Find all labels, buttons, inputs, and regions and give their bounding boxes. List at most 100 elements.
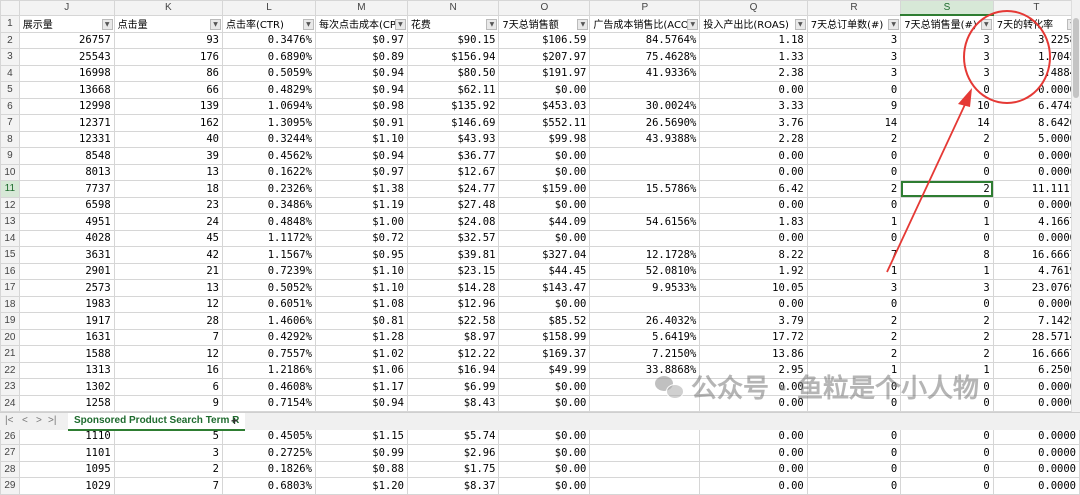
cell[interactable]: 0.7557% bbox=[222, 345, 316, 363]
cell[interactable]: $0.00 bbox=[498, 427, 591, 445]
cell[interactable]: 0 bbox=[900, 477, 994, 495]
cell[interactable]: 2.28 bbox=[699, 130, 808, 148]
cell[interactable]: 2 bbox=[900, 180, 994, 198]
cell[interactable]: 25543 bbox=[18, 48, 115, 66]
column-header-n[interactable]: N bbox=[406, 0, 500, 16]
cell[interactable]: $14.28 bbox=[406, 279, 500, 297]
cell[interactable]: 0.4562% bbox=[222, 147, 316, 165]
cell[interactable]: 5.6419% bbox=[589, 328, 701, 346]
cell[interactable]: 0.0000 bbox=[992, 477, 1080, 495]
row-number[interactable]: 16 bbox=[0, 262, 20, 280]
last-sheet-icon[interactable]: >| bbox=[48, 415, 56, 426]
cell[interactable]: $1.10 bbox=[314, 130, 408, 148]
column-header-j[interactable]: J bbox=[18, 0, 115, 16]
cell[interactable]: 5.0000 bbox=[992, 130, 1080, 148]
filter-dropdown-icon[interactable]: ▼ bbox=[394, 18, 406, 30]
cell[interactable]: $1.20 bbox=[314, 477, 408, 495]
cell[interactable]: 3 bbox=[900, 279, 994, 297]
cell[interactable]: $0.94 bbox=[314, 64, 408, 82]
cell[interactable]: 0.0000 bbox=[992, 163, 1080, 181]
cell[interactable]: 0 bbox=[900, 295, 994, 313]
cell[interactable]: 21 bbox=[113, 262, 224, 280]
cell[interactable]: 54.6156% bbox=[589, 213, 701, 231]
cell[interactable]: 93 bbox=[113, 31, 224, 49]
select-all-corner[interactable] bbox=[0, 0, 20, 16]
cell[interactable]: 0.6890% bbox=[222, 48, 316, 66]
cell[interactable]: 28.5714 bbox=[992, 328, 1080, 346]
cell[interactable]: 0 bbox=[900, 229, 994, 247]
cell[interactable]: 2 bbox=[806, 345, 902, 363]
cell[interactable]: $0.89 bbox=[314, 48, 408, 66]
cell[interactable]: 0.0000 bbox=[992, 394, 1080, 412]
cell[interactable]: 0 bbox=[900, 427, 994, 445]
cell[interactable]: 39 bbox=[113, 147, 224, 165]
cell[interactable]: $1.06 bbox=[314, 361, 408, 379]
filter-dropdown-icon[interactable]: ▼ bbox=[101, 18, 113, 30]
cell[interactable]: 1.83 bbox=[699, 213, 808, 231]
cell[interactable]: $0.88 bbox=[314, 460, 408, 478]
cell[interactable]: 0 bbox=[806, 196, 902, 214]
cell[interactable]: $1.17 bbox=[314, 378, 408, 396]
cell[interactable]: 0.00 bbox=[699, 444, 808, 462]
cell[interactable]: 11.1111 bbox=[992, 180, 1080, 198]
cell[interactable]: $6.99 bbox=[406, 378, 500, 396]
row-number[interactable]: 8 bbox=[0, 130, 20, 148]
cell[interactable]: $156.94 bbox=[406, 48, 500, 66]
row-number[interactable]: 24 bbox=[0, 394, 20, 412]
cell[interactable]: 15.5786% bbox=[589, 180, 701, 198]
cell[interactable]: 2 bbox=[806, 312, 902, 330]
cell[interactable]: 2.38 bbox=[699, 64, 808, 82]
cell[interactable]: 0 bbox=[806, 427, 902, 445]
prev-sheet-icon[interactable]: < bbox=[22, 415, 28, 426]
cell[interactable]: 8548 bbox=[18, 147, 115, 165]
cell[interactable]: $1.38 bbox=[314, 180, 408, 198]
cell[interactable]: 4028 bbox=[18, 229, 115, 247]
cell[interactable]: 14 bbox=[806, 114, 902, 132]
row-number[interactable]: 9 bbox=[0, 147, 20, 165]
cell[interactable]: 0.00 bbox=[699, 229, 808, 247]
cell[interactable]: 3631 bbox=[18, 246, 115, 264]
row-number[interactable]: 3 bbox=[0, 48, 20, 66]
row-number[interactable]: 5 bbox=[0, 81, 20, 99]
cell[interactable]: $143.47 bbox=[498, 279, 591, 297]
cell[interactable] bbox=[589, 81, 701, 99]
cell[interactable]: 0.7239% bbox=[222, 262, 316, 280]
cell[interactable]: $0.00 bbox=[498, 229, 591, 247]
cell[interactable]: 3 bbox=[113, 444, 224, 462]
add-sheet-button[interactable]: + bbox=[231, 414, 238, 428]
cell[interactable]: 7 bbox=[806, 246, 902, 264]
row-number[interactable]: 26 bbox=[0, 427, 20, 445]
cell[interactable]: $12.22 bbox=[406, 345, 500, 363]
header-cell[interactable]: 7天总订单数(#) ▼ bbox=[806, 14, 902, 33]
cell[interactable]: $0.97 bbox=[314, 31, 408, 49]
cell[interactable]: $552.11 bbox=[498, 114, 591, 132]
cell[interactable]: 0.00 bbox=[699, 460, 808, 478]
cell[interactable]: 139 bbox=[113, 97, 224, 115]
cell[interactable]: 7737 bbox=[18, 180, 115, 198]
column-header-m[interactable]: M bbox=[314, 0, 408, 16]
header-cell[interactable]: 点击量 ▼ bbox=[113, 14, 224, 33]
row-number[interactable]: 19 bbox=[0, 312, 20, 330]
cell[interactable]: $43.93 bbox=[406, 130, 500, 148]
cell[interactable]: 0.6051% bbox=[222, 295, 316, 313]
column-header-t[interactable]: T bbox=[992, 0, 1080, 16]
cell[interactable]: 4.1667 bbox=[992, 213, 1080, 231]
cell[interactable]: $24.08 bbox=[406, 213, 500, 231]
row-number[interactable]: 29 bbox=[0, 477, 20, 495]
cell[interactable]: 3.4884 bbox=[992, 64, 1080, 82]
cell[interactable]: 6.2500 bbox=[992, 361, 1080, 379]
cell[interactable]: 9 bbox=[806, 97, 902, 115]
cell[interactable]: 2 bbox=[900, 328, 994, 346]
filter-dropdown-icon[interactable]: ▼ bbox=[486, 18, 498, 30]
cell[interactable]: 0.0000 bbox=[992, 229, 1080, 247]
cell[interactable]: 0.00 bbox=[699, 147, 808, 165]
row-number[interactable]: 12 bbox=[0, 196, 20, 214]
cell[interactable]: $1.28 bbox=[314, 328, 408, 346]
cell[interactable]: $0.99 bbox=[314, 444, 408, 462]
cell[interactable]: 1302 bbox=[18, 378, 115, 396]
cell[interactable]: 13 bbox=[113, 279, 224, 297]
cell[interactable]: $2.96 bbox=[406, 444, 500, 462]
cell[interactable]: $27.48 bbox=[406, 196, 500, 214]
cell[interactable] bbox=[589, 460, 701, 478]
cell[interactable]: $135.92 bbox=[406, 97, 500, 115]
